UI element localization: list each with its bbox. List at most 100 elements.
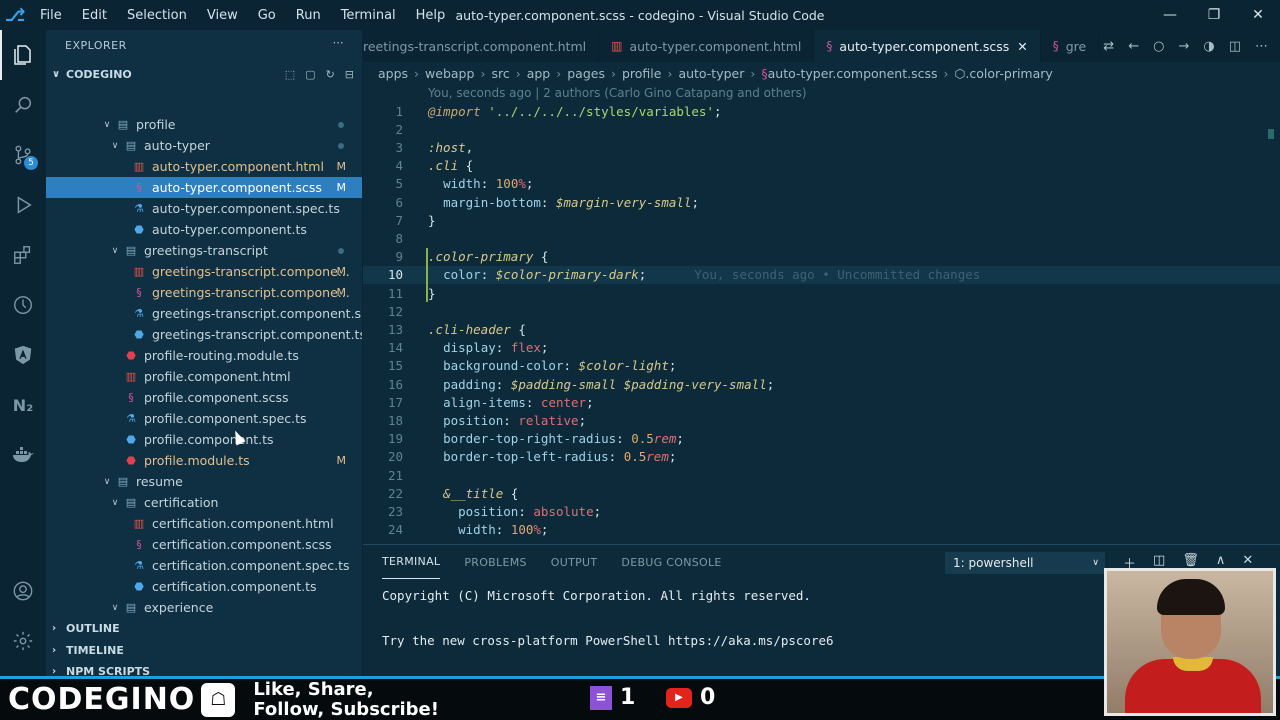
file-item[interactable]: § greetings-transcript.compone... M — [46, 282, 362, 303]
docker-icon[interactable] — [0, 430, 46, 480]
panel-tab-terminal[interactable]: TERMINAL — [382, 545, 441, 579]
folder-item[interactable]: ∨ ▤ resume — [46, 471, 362, 492]
menu-item-terminal[interactable]: Terminal — [331, 8, 406, 23]
file-item[interactable]: ⬣ profile.component.ts — [46, 429, 362, 450]
next-change-icon[interactable]: → — [1178, 39, 1189, 54]
editor-tab[interactable]: § auto-typer.component.scss ✕ — [814, 30, 1041, 62]
breadcrumb-item[interactable]: .color-primary — [965, 66, 1052, 81]
editor-tab[interactable]: ▥ auto-typer.component.html — [599, 30, 815, 62]
file-item[interactable]: ⬣ auto-typer.component.ts — [46, 219, 362, 240]
new-file-icon[interactable]: ⬚ — [285, 68, 295, 81]
open-changes-icon[interactable]: ⇄ — [1103, 39, 1114, 54]
settings-gear-icon[interactable] — [0, 616, 46, 666]
panel-tab-output[interactable]: OUTPUT — [551, 545, 598, 579]
code-text: :host, — [428, 139, 474, 155]
breadcrumb-item[interactable]: app — [527, 66, 551, 81]
blame-codelens[interactable]: You, seconds ago | 2 authors (Carlo Gino… — [428, 86, 807, 100]
menu-item-help[interactable]: Help — [406, 8, 456, 23]
code-text: width: 100%; — [458, 522, 549, 538]
file-item[interactable]: ⬣ greetings-transcript.component.ts — [46, 324, 362, 345]
source-control-icon[interactable]: 5 — [0, 130, 46, 180]
minimize-icon[interactable]: — — [1148, 0, 1192, 30]
panel-tab-debug-console[interactable]: DEBUG CONSOLE — [621, 545, 721, 579]
new-folder-icon[interactable]: ▢ — [305, 68, 315, 81]
run-debug-icon[interactable] — [0, 180, 46, 230]
split-editor-icon[interactable]: ◫ — [1229, 39, 1241, 54]
menu-item-file[interactable]: File — [30, 8, 72, 23]
code-line: 15 background-color: $color-light; — [363, 357, 1280, 375]
nx-icon[interactable]: N₂ — [0, 380, 46, 430]
terminal-select[interactable]: 1: powershell ∨ — [945, 552, 1105, 574]
more-actions-icon[interactable]: ⋯ — [1255, 39, 1268, 54]
editor-tab[interactable]: reetings-transcript.component.html — [363, 30, 600, 62]
chevron-down-icon: ∨ — [52, 68, 61, 80]
angular-icon[interactable] — [0, 330, 46, 380]
breadcrumb-item[interactable]: webapp — [425, 66, 474, 81]
folder-item[interactable]: ∨ ▤ profile — [46, 114, 362, 135]
folder-item[interactable]: ∨ ▤ greetings-transcript — [46, 240, 362, 261]
blame-icon[interactable]: ○ — [1153, 39, 1164, 54]
file-item[interactable]: ⚗ certification.component.spec.ts — [46, 555, 362, 576]
menu-item-edit[interactable]: Edit — [72, 8, 117, 23]
close-icon[interactable]: ✕ — [1236, 0, 1280, 30]
code-editor[interactable]: You, seconds ago | 2 authors (Carlo Gino… — [363, 84, 1280, 544]
twitch-icon: ≡ — [590, 685, 612, 710]
file-item[interactable]: ⬣ certification.component.ts — [46, 576, 362, 597]
breadcrumb-item[interactable]: src — [491, 66, 509, 81]
menu-item-run[interactable]: Run — [286, 8, 331, 23]
code-line: 12 — [363, 302, 1280, 320]
restore-icon[interactable]: ❐ — [1192, 0, 1236, 30]
workspace-root[interactable]: ∨ CODEGINO ⬚ ▢ ↻ ⊟ — [46, 60, 362, 88]
tree-item-label: certification.component.spec.ts — [152, 558, 350, 573]
tab-label: auto-typer.component.scss — [839, 38, 1010, 54]
previous-change-icon[interactable]: ← — [1128, 39, 1139, 54]
section-outline[interactable]: › OUTLINE — [46, 618, 362, 640]
file-item[interactable]: ⬣ profile.module.ts M — [46, 450, 362, 471]
search-icon[interactable] — [0, 80, 46, 130]
line-number: 9 — [395, 249, 403, 265]
menu-item-go[interactable]: Go — [248, 8, 286, 23]
editor-tab[interactable]: § gre — [1041, 30, 1100, 62]
breadcrumb: apps › webapp › src › app › pages › profile › auto-t… — [363, 62, 1280, 84]
collapse-all-icon[interactable]: ⊟ — [345, 68, 354, 81]
file-item[interactable]: ⚗ greetings-transcript.component.spe... — [46, 303, 362, 324]
file-item[interactable]: ⚗ profile.component.spec.ts — [46, 408, 362, 429]
breadcrumb-item[interactable]: pages — [567, 66, 605, 81]
section-timeline[interactable]: › TIMELINE — [46, 640, 362, 662]
file-item[interactable]: ▥ greetings-transcript.compone... M — [46, 261, 362, 282]
breadcrumb-item[interactable]: auto-typer — [678, 66, 744, 81]
breadcrumb-item[interactable]: apps — [378, 66, 408, 81]
account-icon[interactable] — [0, 566, 46, 616]
menu-item-view[interactable]: View — [197, 8, 248, 23]
file-item[interactable]: ⚗ auto-typer.component.spec.ts — [46, 198, 362, 219]
code-text: @import '../../../../styles/variables'; — [428, 103, 722, 119]
spec-file-icon: ⚗ — [134, 307, 144, 320]
extensions-icon[interactable] — [0, 230, 46, 280]
folder-item[interactable]: ∨ ▤ certification — [46, 492, 362, 513]
git-graph-icon[interactable] — [0, 280, 46, 330]
timeline-icon[interactable]: ◑ — [1203, 39, 1214, 54]
file-item[interactable]: § certification.component.scss — [46, 534, 362, 555]
tree-item-label: profile — [136, 117, 176, 132]
file-item[interactable]: § profile.component.scss — [46, 387, 362, 408]
chevron-right-icon: › — [610, 65, 616, 81]
folder-icon: ▤ — [125, 139, 137, 152]
file-item[interactable]: ▥ auto-typer.component.html M — [46, 156, 362, 177]
refresh-icon[interactable]: ↻ — [326, 68, 335, 81]
folder-item[interactable]: ∨ ▤ auto-typer — [46, 135, 362, 156]
file-item[interactable]: ▥ certification.component.html — [46, 513, 362, 534]
breadcrumb-item[interactable]: auto-typer.component.scss — [768, 66, 938, 81]
menu-item-selection[interactable]: Selection — [117, 8, 197, 23]
breadcrumb-item[interactable]: profile — [622, 66, 661, 81]
line-number: 13 — [387, 321, 403, 337]
file-item[interactable]: ▥ profile.component.html — [46, 366, 362, 387]
folder-item[interactable]: ∨ ▤ experience — [46, 597, 362, 618]
more-actions-icon[interactable]: ⋯ — [333, 36, 345, 49]
file-item[interactable]: ⬣ profile-routing.module.ts — [46, 345, 362, 366]
line-number: 20 — [387, 449, 403, 465]
explorer-icon[interactable] — [0, 30, 46, 80]
chevron-down-icon: ∨ — [111, 140, 119, 151]
close-icon[interactable]: ✕ — [1017, 39, 1027, 54]
panel-tab-problems[interactable]: PROBLEMS — [464, 545, 526, 579]
file-item[interactable]: § auto-typer.component.scss M — [46, 177, 362, 198]
